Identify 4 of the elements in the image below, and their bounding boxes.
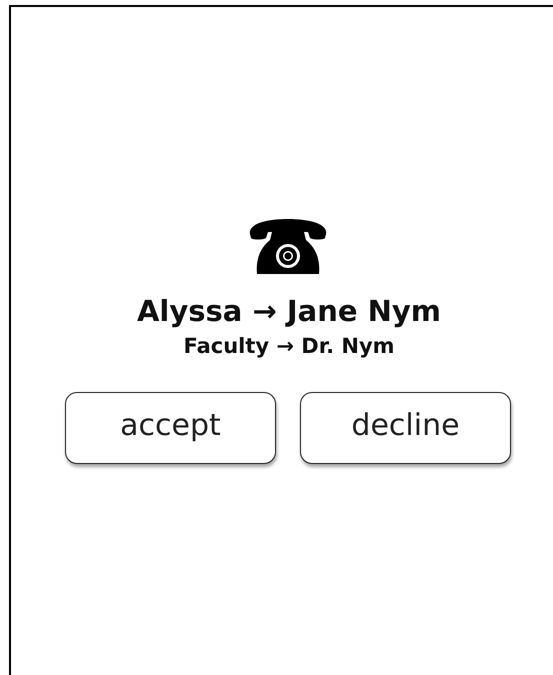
call-subtitle: Faculty → Dr. Nym: [183, 334, 395, 358]
accept-button[interactable]: accept: [65, 392, 276, 464]
call-title: Alyssa → Jane Nym: [136, 294, 442, 328]
decline-button[interactable]: decline: [300, 392, 511, 464]
